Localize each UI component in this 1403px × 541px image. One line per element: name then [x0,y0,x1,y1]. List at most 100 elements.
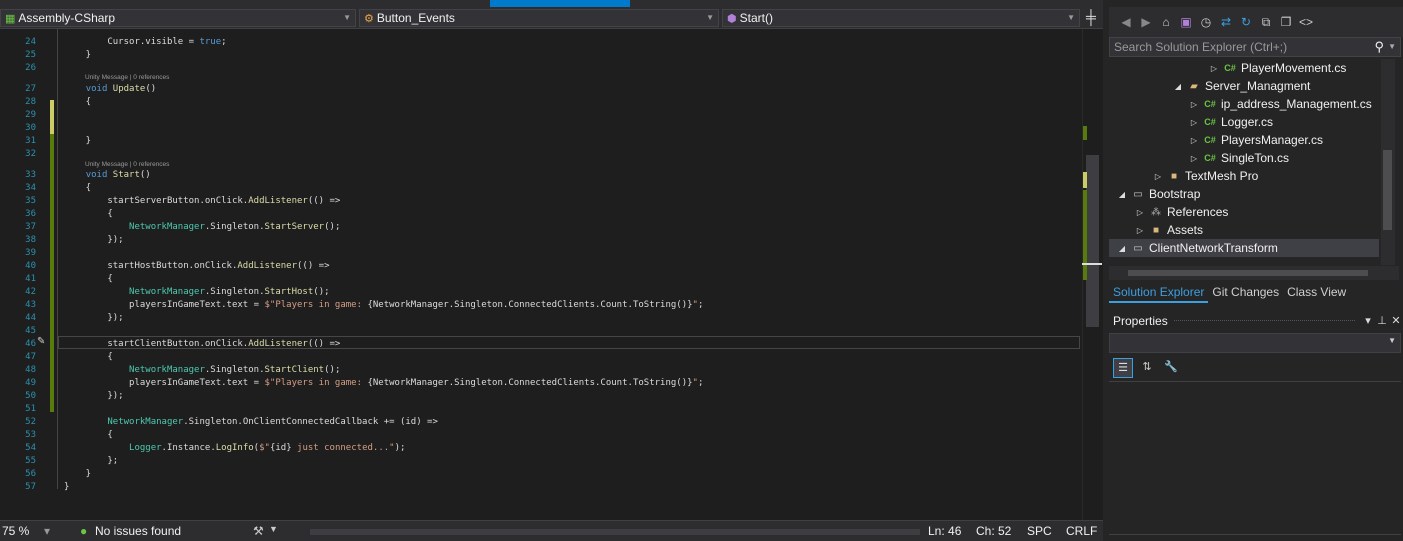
scrollbar-thumb[interactable] [1383,150,1392,230]
expand-arrow-icon[interactable]: ▷ [1151,172,1165,181]
code-text[interactable]: NetworkManager.Singleton.OnClientConnect… [64,416,438,429]
code-view-icon[interactable]: <> [1297,13,1315,31]
code-text[interactable]: { [64,208,112,221]
split-editor-icon[interactable]: ╪ [1084,9,1098,25]
expand-arrow-icon[interactable]: ▷ [1187,154,1201,163]
code-text[interactable]: { [64,351,112,364]
expand-arrow-icon[interactable]: ▷ [1133,208,1147,217]
code-line[interactable]: 49 playersInGameText.text = $"Players in… [0,377,1082,390]
code-text[interactable]: }); [64,234,123,247]
brush-icon[interactable]: ⚒ [253,524,264,538]
code-text[interactable]: startServerButton.onClick.AddListener(()… [64,195,340,208]
code-line[interactable]: 51 [0,403,1082,416]
expand-arrow-icon[interactable]: ▷ [1187,100,1201,109]
tab-class-view[interactable]: Class View [1283,283,1350,303]
code-line[interactable]: 24 Cursor.visible = true; [0,36,1082,49]
code-line[interactable]: 43 playersInGameText.text = $"Players in… [0,299,1082,312]
tree-item[interactable]: ▷ C# SingleTon.cs [1109,149,1379,167]
code-line[interactable]: 29 [0,109,1082,122]
code-text[interactable]: startClientButton.onClick.AddListener(()… [64,338,340,351]
code-line[interactable]: 47 { [0,351,1082,364]
tree-item[interactable]: ▷ C# Logger.cs [1109,113,1379,131]
code-text[interactable]: Logger.Instance.LogInfo($"{id} just conn… [64,442,405,455]
code-line[interactable]: 53 { [0,429,1082,442]
code-line[interactable]: 37 NetworkManager.Singleton.StartServer(… [0,221,1082,234]
search-icon[interactable]: ⚲ [1374,38,1384,56]
switch-views-icon[interactable]: ▣ [1177,13,1195,31]
code-line[interactable]: 46 startClientButton.onClick.AddListener… [0,338,1082,351]
code-text[interactable]: NetworkManager.Singleton.StartClient(); [64,364,340,377]
code-line[interactable]: 55 }; [0,455,1082,468]
expand-arrow-icon[interactable]: ▷ [1187,136,1201,145]
tree-item[interactable]: ◢ ▭ Bootstrap [1109,185,1379,203]
code-text[interactable]: void Update() [64,83,156,96]
code-line[interactable]: 42 NetworkManager.Singleton.StartHost(); [0,286,1082,299]
code-text[interactable]: } [64,49,91,62]
code-text[interactable]: { [64,429,112,442]
code-line[interactable]: 44 }); [0,312,1082,325]
code-text[interactable]: { [64,96,91,109]
member-dropdown[interactable]: ⬢ Start() ▼ [722,9,1080,27]
code-line[interactable]: 34 { [0,182,1082,195]
code-text[interactable]: }); [64,312,123,325]
collapse-arrow-icon[interactable]: ◢ [1171,82,1185,91]
code-line[interactable]: 52 NetworkManager.Singleton.OnClientConn… [0,416,1082,429]
show-all-files-icon[interactable]: ❐ [1277,13,1295,31]
code-line[interactable]: 35 startServerButton.onClick.AddListener… [0,195,1082,208]
expand-arrow-icon[interactable]: ▷ [1187,118,1201,127]
chevron-down-icon[interactable]: ▾ [44,524,50,538]
code-text[interactable]: } [64,135,91,148]
scrollbar-thumb[interactable] [1128,270,1368,276]
code-line[interactable]: 31 } [0,135,1082,148]
code-line[interactable]: 28 { [0,96,1082,109]
column-status[interactable]: Ch: 52 [976,524,1011,538]
code-line[interactable]: 32 [0,148,1082,161]
solution-tree[interactable]: ▷ C# PlayerMovement.cs ◢ ▰ Server_Managm… [1109,59,1379,265]
code-text[interactable]: { [64,182,91,195]
chevron-down-icon[interactable]: ▼ [1388,336,1396,345]
tree-item[interactable]: ▷ C# PlayersManager.cs [1109,131,1379,149]
code-text[interactable]: NetworkManager.Singleton.StartServer(); [64,221,340,234]
refresh-icon[interactable]: ↻ [1237,13,1255,31]
pin-icon[interactable]: ⊥ [1375,314,1389,327]
close-icon[interactable]: ✕ [1389,314,1403,327]
code-line[interactable]: 36 { [0,208,1082,221]
tree-item[interactable]: ▷ ■ TextMesh Pro [1109,167,1379,185]
tree-item[interactable]: ▷ ■ Assets [1109,221,1379,239]
issues-status[interactable]: No issues found [95,524,181,538]
code-line[interactable]: 33 void Start() [0,169,1082,182]
drag-grip[interactable] [1173,320,1355,321]
code-line[interactable]: 40 startHostButton.onClick.AddListener((… [0,260,1082,273]
code-text[interactable]: startHostButton.onClick.AddListener(() =… [64,260,329,273]
code-text[interactable]: NetworkManager.Singleton.StartHost(); [64,286,330,299]
sync-icon[interactable]: ⇄ [1217,13,1235,31]
tree-item[interactable]: ▷ C# PlayerMovement.cs [1109,59,1379,77]
code-text[interactable]: }; [64,455,118,468]
code-line[interactable]: 54 Logger.Instance.LogInfo($"{id} just c… [0,442,1082,455]
line-ending[interactable]: CRLF [1066,524,1097,538]
code-line[interactable]: 41 { [0,273,1082,286]
code-area[interactable]: Unity Message | 0 references Unity Messa… [0,29,1082,520]
code-line[interactable]: 27 void Update() [0,83,1082,96]
code-text[interactable]: }); [64,390,123,403]
tree-item[interactable]: ◢ ▰ Server_Managment [1109,77,1379,95]
code-text[interactable]: playersInGameText.text = $"Players in ga… [64,377,703,390]
tree-item-selected[interactable]: ◢ ▭ ClientNetworkTransform [1109,239,1379,257]
expand-arrow-icon[interactable]: ▷ [1207,64,1221,73]
code-line[interactable]: 50 }); [0,390,1082,403]
code-line[interactable]: 25 } [0,49,1082,62]
code-line[interactable]: 45 [0,325,1082,338]
home-icon[interactable]: ⌂ [1157,13,1175,31]
forward-icon[interactable]: ▶ [1137,13,1155,31]
code-text[interactable]: Cursor.visible = true; [64,36,226,49]
code-text[interactable]: playersInGameText.text = $"Players in ga… [64,299,703,312]
categorized-icon[interactable]: ☰ [1113,358,1133,378]
document-tab-strip[interactable] [0,0,1103,7]
collapse-arrow-icon[interactable]: ◢ [1115,244,1129,253]
zoom-level[interactable]: 75 % [2,524,29,538]
chevron-down-icon[interactable]: ▾ [1361,314,1375,327]
chevron-down-icon[interactable]: ▼ [1388,38,1396,56]
code-line[interactable]: 57} [0,481,1082,494]
property-pages-icon[interactable]: 🔧 [1161,358,1181,378]
code-editor[interactable]: ▦ Assembly-CSharp ▼ ⚙ Button_Events ▼ ⬢ … [0,0,1103,541]
